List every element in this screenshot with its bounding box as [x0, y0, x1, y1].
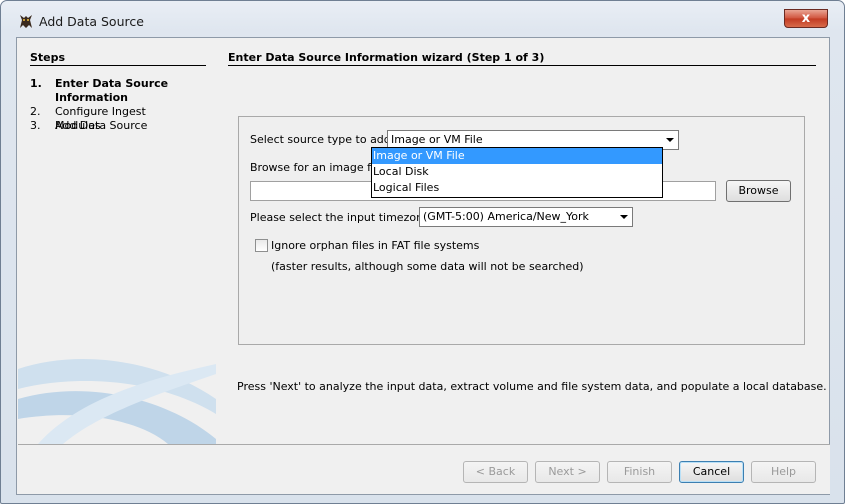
close-button[interactable]: x	[784, 9, 828, 28]
timezone-select[interactable]: (GMT-5:00) America/New_York	[419, 207, 633, 227]
step-number: 2.	[30, 105, 41, 118]
step-label: Add Data Source	[55, 119, 148, 132]
steps-divider	[30, 65, 206, 66]
close-icon: x	[801, 11, 811, 26]
steps-title: Steps	[30, 51, 66, 64]
chevron-down-icon	[620, 215, 628, 219]
source-type-value: Image or VM File	[391, 133, 483, 146]
window-title: Add Data Source	[39, 14, 144, 29]
orphan-files-label[interactable]: Ignore orphan files in FAT file systems	[271, 239, 479, 252]
browse-label: Browse for an image file:	[250, 161, 388, 174]
decorative-swoosh	[18, 359, 216, 444]
title-bar[interactable]: Add Data Source x	[1, 1, 844, 35]
orphan-files-note: (faster results, although some data will…	[271, 260, 584, 273]
source-type-option-image[interactable]: Image or VM File	[372, 148, 662, 164]
chevron-down-icon	[666, 138, 674, 142]
wizard-content: Enter Data Source Information wizard (St…	[217, 39, 829, 444]
add-data-source-window: Add Data Source x Steps 1. Enter Data So…	[0, 0, 845, 504]
orphan-files-checkbox[interactable]	[255, 239, 268, 252]
source-type-label: Select source type to add:	[250, 133, 395, 146]
next-button[interactable]: Next >	[535, 461, 600, 483]
back-button[interactable]: < Back	[463, 461, 528, 483]
finish-button[interactable]: Finish	[607, 461, 672, 483]
step-number: 3.	[30, 119, 41, 132]
wizard-title: Enter Data Source Information wizard (St…	[228, 51, 545, 64]
cancel-button[interactable]: Cancel	[679, 461, 744, 483]
timezone-value: (GMT-5:00) America/New_York	[423, 210, 589, 223]
wizard-button-bar: < Back Next > Finish Cancel Help	[18, 445, 830, 494]
wizard-client-area: Steps 1. Enter Data Source Information 2…	[16, 37, 830, 495]
timezone-label: Please select the input timezone:	[250, 211, 434, 224]
wizard-title-divider	[228, 65, 816, 66]
source-type-option-local-disk[interactable]: Local Disk	[372, 164, 662, 180]
source-type-option-logical-files[interactable]: Logical Files	[372, 180, 662, 196]
browse-button[interactable]: Browse	[726, 180, 791, 202]
step-number: 1.	[30, 77, 42, 90]
source-type-dropdown-list: Image or VM File Local Disk Logical File…	[371, 147, 663, 198]
step-label: Enter Data Source Information	[55, 77, 169, 104]
help-button[interactable]: Help	[751, 461, 816, 483]
autopsy-dog-icon	[20, 15, 32, 28]
steps-panel: Steps 1. Enter Data Source Information 2…	[18, 39, 216, 444]
next-hint-text: Press 'Next' to analyze the input data, …	[237, 380, 827, 393]
